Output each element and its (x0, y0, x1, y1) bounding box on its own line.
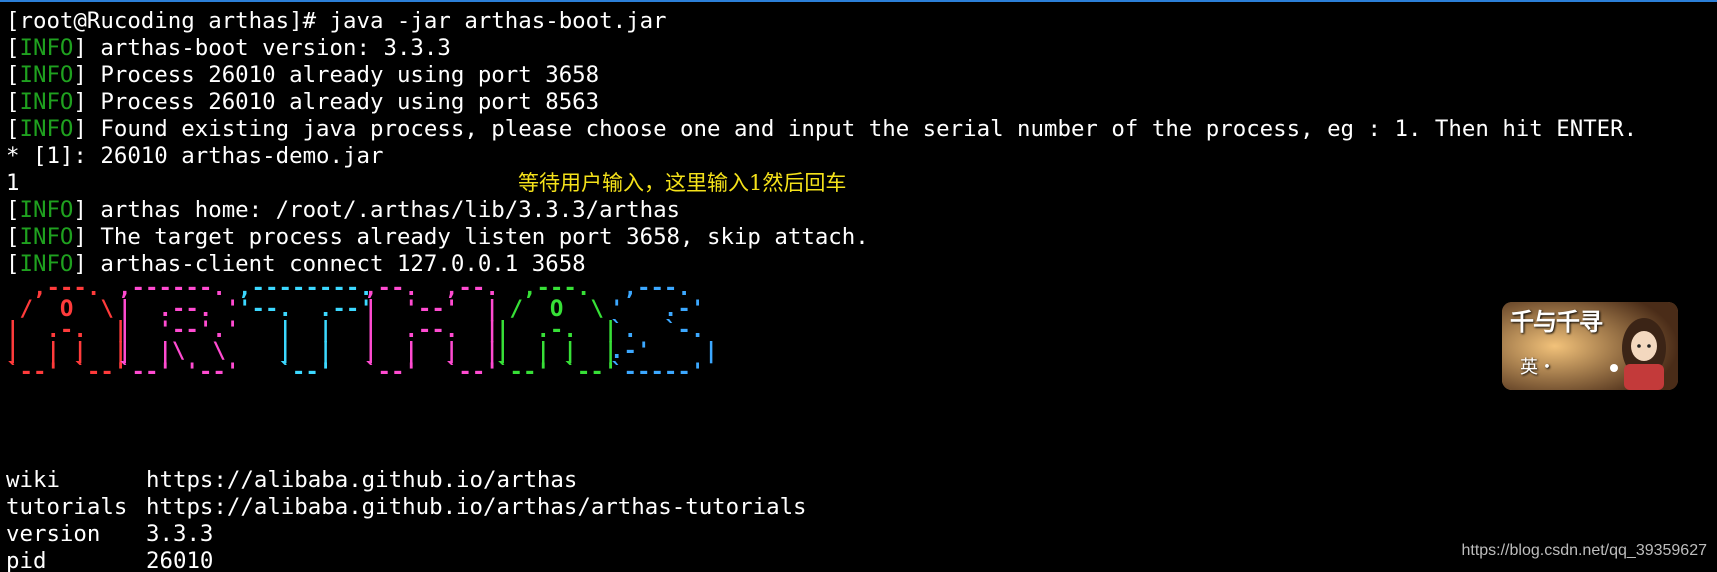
bracket-open: [ (6, 224, 20, 250)
terminal-output: [root@Rucoding arthas]# java -jar arthas… (6, 8, 1717, 278)
log-level: INFO (19, 224, 74, 250)
bracket-close: ] (73, 224, 87, 250)
banner-row: `--' `--' (496, 359, 618, 385)
spirited-away-logo: 千与千寻 英・ (1502, 302, 1678, 390)
info-value: https://alibaba.github.io/arthas/arthas-… (146, 494, 807, 520)
watermark-url: https://blog.csdn.net/qq_39359627 (1461, 542, 1707, 559)
log-message: Process 26010 already using port 8563 (86, 89, 600, 115)
log-level: INFO (19, 35, 74, 61)
info-row: version 3.3.3 (6, 521, 807, 548)
line-text: 1 (6, 170, 20, 196)
info-row: wiki https://alibaba.github.io/arthas (6, 467, 807, 494)
bracket-close: ] (73, 89, 87, 115)
banner-row: `--' `--' (364, 359, 499, 385)
session-info: wiki https://alibaba.github.io/arthas tuto… (6, 467, 807, 572)
banner-letter-h: ,--. ,--. | '--' | | .--. | | | | | `--' `--… (364, 277, 499, 385)
bracket-close: ] (73, 62, 87, 88)
log-message: arthas home: /root/.arthas/lib/3.3.3/art… (86, 197, 681, 223)
banner-letter-r: ,------. | .--. ' | '--'.' | |\ \ `--' '--… (118, 277, 240, 385)
terminal-line: [INFO] Process 26010 already using port … (6, 89, 1717, 116)
log-level: INFO (19, 197, 74, 223)
log-message: The target process already listen port 3… (86, 224, 869, 250)
info-value: 3.3.3 (146, 521, 214, 547)
bracket-open: [ (6, 35, 20, 61)
log-level: INFO (19, 89, 74, 115)
banner-letter-a: ,---. / O \ | .-. | | | | | `--' `--' (496, 277, 618, 385)
logo-subtitle: 英・ (1520, 357, 1556, 378)
info-key: pid (6, 548, 47, 572)
terminal-line: [root@Rucoding arthas]# java -jar arthas… (6, 8, 1717, 35)
banner-row: `--' '--' (118, 359, 240, 385)
banner-letter-s: ,---. ' .-' `. `-. .-' | `-----' (610, 277, 718, 385)
bracket-close: ] (73, 116, 87, 142)
bracket-open: [ (6, 251, 20, 277)
log-message: Process 26010 already using port 3658 (86, 62, 600, 88)
bracket-close: ] (73, 35, 87, 61)
logo-title: 千与千寻 (1510, 307, 1603, 336)
terminal-line: [INFO] arthas-boot version: 3.3.3 (6, 35, 1717, 62)
banner-row: `--' (238, 359, 373, 385)
bracket-open: [ (6, 197, 20, 223)
log-level: INFO (19, 116, 74, 142)
terminal-line: [INFO] arthas home: /root/.arthas/lib/3.… (6, 197, 1717, 224)
terminal-line: 1 (6, 170, 1717, 197)
info-key: tutorials (6, 494, 128, 520)
bracket-open: [ (6, 89, 20, 115)
terminal-line: * [1]: 26010 arthas-demo.jar (6, 143, 1717, 170)
log-message: Found existing java process, please choo… (86, 116, 1638, 142)
log-level: INFO (19, 251, 74, 277)
info-value: https://alibaba.github.io/arthas (146, 467, 578, 493)
info-row: tutorials https://alibaba.github.io/artha… (6, 494, 807, 521)
input-annotation: 等待用户输入，这里输入1然后回车 (518, 171, 847, 195)
banner-row: `-----' (610, 359, 718, 385)
terminal-line: [INFO] Found existing java process, plea… (6, 116, 1717, 143)
info-key: version (6, 521, 101, 547)
terminal-line: [INFO] Process 26010 already using port … (6, 62, 1717, 89)
bracket-close: ] (73, 251, 87, 277)
banner-letter-t: ,--------. '--. .--' | | | | `--' (238, 277, 373, 385)
line-text: [root@Rucoding arthas]# java -jar arthas… (6, 8, 667, 34)
terminal-line: [INFO] The target process already listen… (6, 224, 1717, 251)
terminal-window[interactable]: [root@Rucoding arthas]# java -jar arthas… (0, 0, 1717, 572)
info-row: pid 26010 (6, 548, 807, 572)
log-message: arthas-client connect 127.0.0.1 3658 (86, 251, 586, 277)
log-level: INFO (19, 62, 74, 88)
banner-letter-a: ,---. / O \ | .-. | | | | | `--' `--' (6, 277, 128, 385)
info-value: 26010 (146, 548, 214, 572)
bracket-open: [ (6, 116, 20, 142)
bracket-open: [ (6, 62, 20, 88)
bracket-close: ] (73, 197, 87, 223)
log-message: arthas-boot version: 3.3.3 (86, 35, 451, 61)
banner-row: `--' `--' (6, 359, 128, 385)
line-text: * [1]: 26010 arthas-demo.jar (6, 143, 384, 169)
terminal-line: [INFO] arthas-client connect 127.0.0.1 3… (6, 251, 1717, 278)
info-key: wiki (6, 467, 60, 493)
